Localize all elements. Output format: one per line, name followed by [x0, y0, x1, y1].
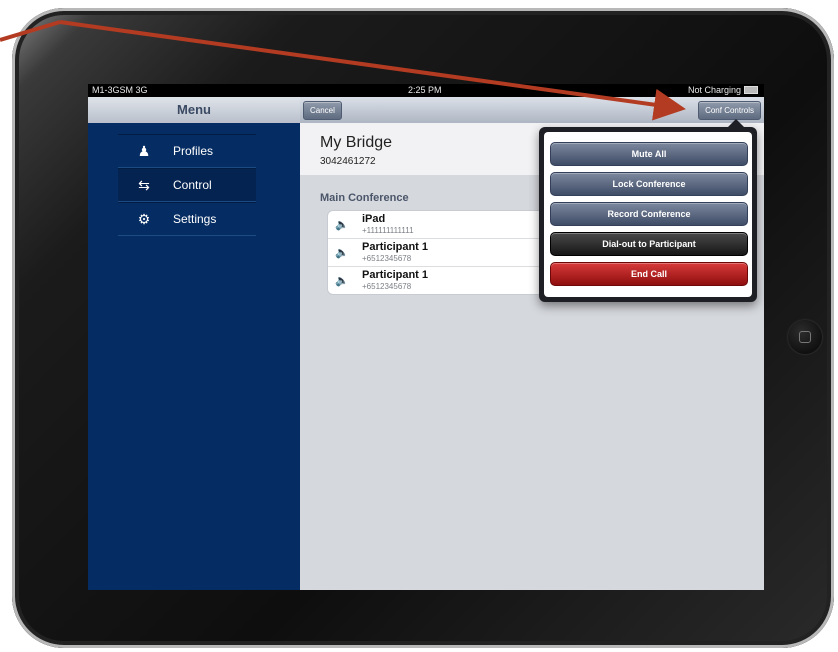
- end-call-button[interactable]: End Call: [550, 262, 748, 286]
- participant-name: Participant 1: [362, 241, 429, 253]
- menu-item-label: Control: [173, 178, 212, 192]
- carrier-label: M1-3GSM 3G: [92, 85, 148, 95]
- menu-item-label: Settings: [173, 212, 217, 226]
- clock-label: 2:25 PM: [408, 85, 442, 95]
- status-bar: M1-3GSM 3G 2:25 PM Not Charging: [88, 84, 764, 97]
- conference-title: Main Conference: [320, 192, 409, 204]
- gear-icon: ⚙: [137, 211, 151, 227]
- lock-conference-button[interactable]: Lock Conference: [550, 172, 748, 196]
- menu-item-settings[interactable]: ⚙ Settings: [118, 202, 256, 236]
- menu-item-label: Profiles: [173, 144, 214, 158]
- participant-phone: +111111111111: [362, 226, 414, 235]
- menu-item-control[interactable]: ⇆ Control: [118, 168, 256, 202]
- cancel-button[interactable]: Cancel: [303, 101, 342, 120]
- conf-controls-popover: Mute All Lock Conference Record Conferen…: [539, 119, 757, 302]
- control-icon: ⇆: [138, 177, 150, 193]
- record-conference-button[interactable]: Record Conference: [550, 202, 748, 226]
- bridge-number: 3042461272: [320, 156, 376, 167]
- battery-status: Not Charging: [688, 84, 758, 97]
- speaker-icon: 🔈: [335, 219, 349, 231]
- battery-label: Not Charging: [687, 85, 741, 95]
- participant-phone: +6512345678: [362, 254, 412, 263]
- menu-list: ♟ Profiles ⇆ Control ⚙ Settings: [118, 134, 256, 236]
- popover-body: Mute All Lock Conference Record Conferen…: [544, 132, 752, 297]
- menu-panel: Menu ♟ Profiles ⇆ Control ⚙ Settings: [88, 97, 301, 590]
- home-button[interactable]: [788, 320, 822, 354]
- bridge-name: My Bridge: [320, 134, 393, 151]
- participant-name: iPad: [362, 213, 386, 225]
- mute-all-button[interactable]: Mute All: [550, 142, 748, 166]
- speaker-icon: 🔈: [335, 247, 349, 259]
- ipad-screen: M1-3GSM 3G 2:25 PM Not Charging Menu ♟ P…: [88, 84, 764, 590]
- speaker-icon: 🔈: [335, 275, 349, 287]
- participant-name: Participant 1: [362, 269, 429, 281]
- conf-controls-button[interactable]: Conf Controls: [698, 101, 761, 120]
- detail-toolbar: Cancel Conf Controls: [300, 97, 764, 123]
- home-square-icon: [799, 331, 811, 343]
- profiles-icon: ♟: [137, 143, 151, 159]
- dial-out-button[interactable]: Dial-out to Participant: [550, 232, 748, 256]
- menu-title: Menu: [88, 97, 301, 123]
- participant-phone: +6512345678: [362, 282, 412, 291]
- menu-item-profiles[interactable]: ♟ Profiles: [118, 134, 256, 168]
- battery-icon: [744, 86, 758, 94]
